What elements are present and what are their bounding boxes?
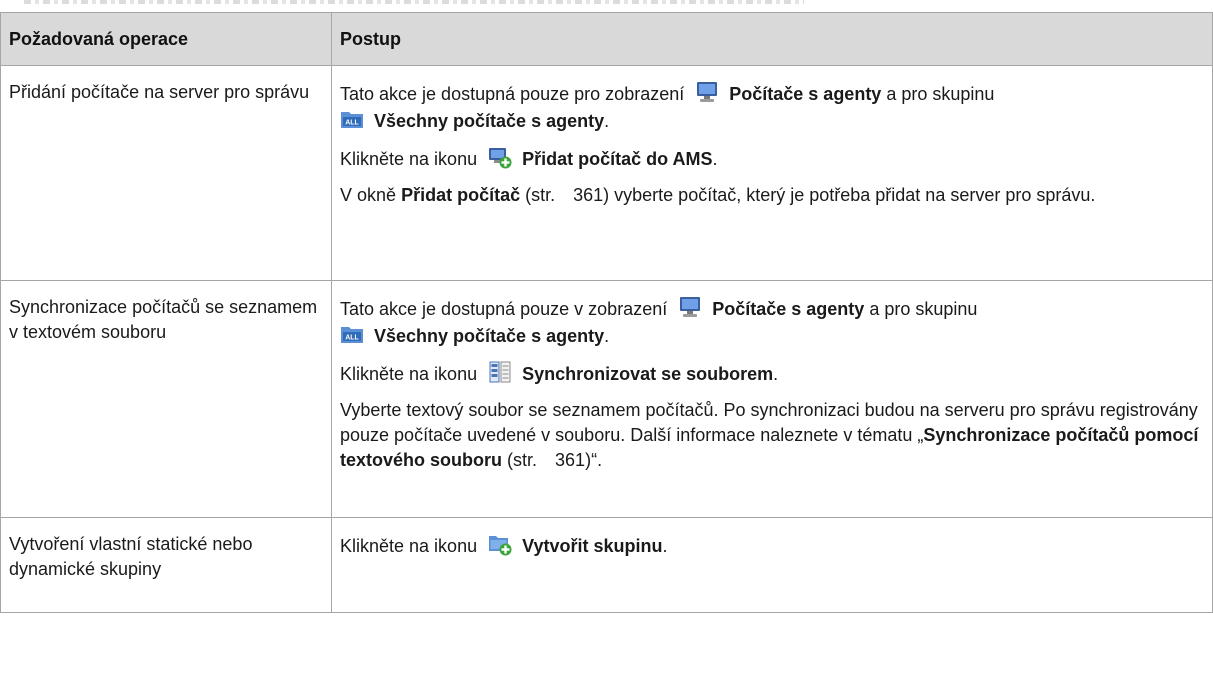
text: ) vyberte počítač, který je potřeba přid… bbox=[603, 185, 1096, 205]
table-row: Vytvoření vlastní statické nebo dynamick… bbox=[0, 517, 1213, 613]
computer-icon bbox=[680, 297, 701, 317]
all-group-folder-icon: ALL bbox=[341, 327, 363, 343]
page-reference[interactable]: 361 bbox=[573, 185, 603, 205]
paragraph: Klikněte na ikonu Synchronizovat se soub… bbox=[340, 360, 1202, 387]
text: Klikněte na ikonu bbox=[340, 536, 478, 556]
text: . bbox=[773, 364, 779, 384]
header-operation: Požadovaná operace bbox=[0, 12, 332, 66]
bold-text: Synchronizovat se souborem bbox=[522, 364, 774, 384]
text: . bbox=[604, 326, 610, 346]
create-group-icon bbox=[489, 536, 512, 556]
bold-text: Všechny počítače s agenty bbox=[374, 111, 605, 131]
table-header-row: Požadovaná operace Postup bbox=[0, 12, 1213, 66]
text: )“. bbox=[585, 450, 603, 470]
operation-cell: Přidání počítače na server pro správu bbox=[0, 65, 332, 281]
text: . bbox=[604, 111, 610, 131]
svg-text:ALL: ALL bbox=[345, 335, 359, 342]
text: Klikněte na ikonu bbox=[340, 364, 478, 384]
text: a pro skupinu bbox=[886, 84, 995, 104]
svg-text:ALL: ALL bbox=[345, 120, 359, 127]
bold-text: Počítače s agenty bbox=[729, 84, 882, 104]
text: a pro skupinu bbox=[869, 299, 978, 319]
procedure-cell: Tato akce je dostupná pouze v zobrazení … bbox=[331, 280, 1213, 518]
paragraph: Tato akce je dostupná pouze pro zobrazen… bbox=[340, 80, 1202, 134]
page-top-fragment bbox=[0, 0, 1213, 6]
bold-text: Vytvořit skupinu bbox=[522, 536, 663, 556]
text: (str. bbox=[525, 185, 556, 205]
operations-table: Požadovaná operace Postup Přidání počíta… bbox=[0, 12, 1213, 613]
paragraph: Klikněte na ikonu Vytvořit skupinu. bbox=[340, 532, 1202, 559]
all-group-folder-icon: ALL bbox=[341, 112, 363, 128]
procedure-cell: Klikněte na ikonu Vytvořit skupinu. bbox=[331, 517, 1213, 613]
text: Tato akce je dostupná pouze pro zobrazen… bbox=[340, 84, 685, 104]
procedure-cell: Tato akce je dostupná pouze pro zobrazen… bbox=[331, 65, 1213, 281]
sync-file-icon bbox=[489, 361, 511, 383]
text: . bbox=[662, 536, 668, 556]
page-reference[interactable]: 361 bbox=[555, 450, 585, 470]
text: (str. bbox=[507, 450, 538, 470]
table-row: Přidání počítače na server pro správu Ta… bbox=[0, 65, 1213, 281]
bold-text: Počítače s agenty bbox=[712, 299, 865, 319]
bold-text: Přidat počítač do AMS bbox=[522, 149, 713, 169]
text: V okně bbox=[340, 185, 397, 205]
computer-icon bbox=[697, 82, 718, 102]
operation-cell: Synchronizace počítačů se seznamem v tex… bbox=[0, 280, 332, 518]
paragraph: Klikněte na ikonu Přidat počítač do AMS. bbox=[340, 145, 1202, 172]
text: . bbox=[712, 149, 718, 169]
table-row: Synchronizace počítačů se seznamem v tex… bbox=[0, 280, 1213, 518]
text: Tato akce je dostupná pouze v zobrazení bbox=[340, 299, 668, 319]
paragraph: Tato akce je dostupná pouze v zobrazení … bbox=[340, 295, 1202, 349]
paragraph: V okně Přidat počítač (str. 361) vyberte … bbox=[340, 183, 1202, 208]
paragraph: Vyberte textový soubor se seznamem počít… bbox=[340, 398, 1202, 473]
bold-text: Přidat počítač bbox=[401, 185, 521, 205]
add-computer-icon bbox=[489, 148, 512, 169]
text: Klikněte na ikonu bbox=[340, 149, 478, 169]
operation-cell: Vytvoření vlastní statické nebo dynamick… bbox=[0, 517, 332, 613]
header-procedure: Postup bbox=[331, 12, 1213, 66]
bold-text: Všechny počítače s agenty bbox=[374, 326, 605, 346]
